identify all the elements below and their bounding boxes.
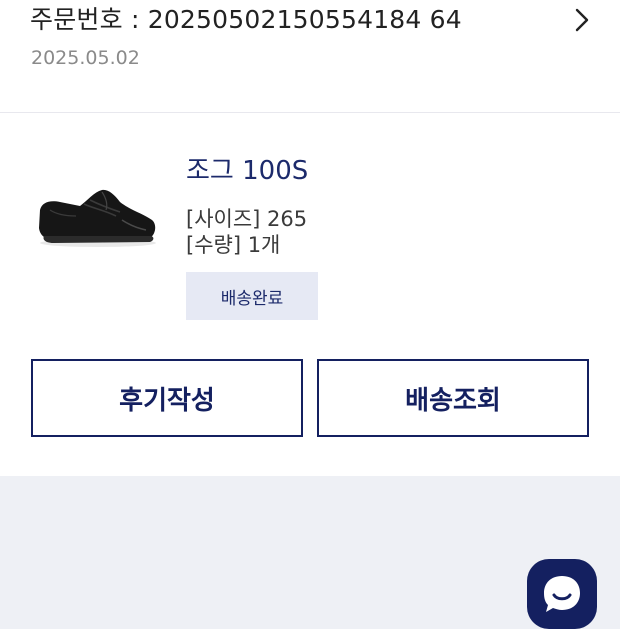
order-number: 주문번호 : 20250502150554184 64 xyxy=(30,5,462,34)
product-image[interactable] xyxy=(36,180,158,250)
chat-button[interactable] xyxy=(527,559,597,629)
chevron-right-icon[interactable] xyxy=(570,6,594,34)
divider xyxy=(0,112,620,113)
chat-bubble-icon xyxy=(544,576,580,612)
write-review-button[interactable]: 후기작성 xyxy=(31,359,303,437)
order-header[interactable]: 주문번호 : 20250502150554184 64 2025.05.02 xyxy=(0,0,620,113)
product-quantity: [수량] 1개 xyxy=(186,233,281,257)
order-date: 2025.05.02 xyxy=(31,47,140,69)
status-badge: 배송완료 xyxy=(186,272,318,320)
product-name[interactable]: 조그 100S xyxy=(186,150,308,187)
track-delivery-button[interactable]: 배송조회 xyxy=(317,359,589,437)
order-card: 주문번호 : 20250502150554184 64 2025.05.02 조… xyxy=(0,0,620,476)
